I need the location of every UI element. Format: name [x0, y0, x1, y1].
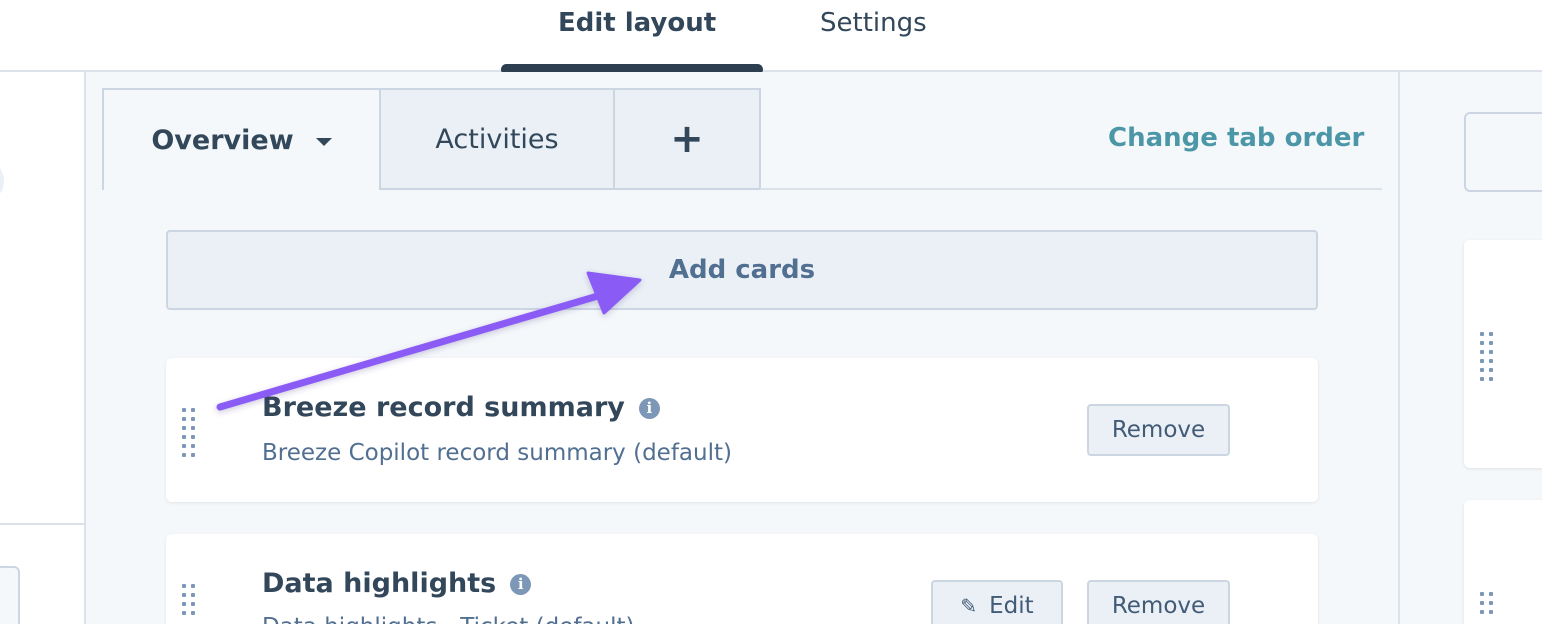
add-tab-button[interactable]: +	[613, 88, 761, 190]
add-cards-button[interactable]: Add cards	[166, 230, 1318, 310]
plus-icon: +	[670, 116, 704, 162]
tab-activities[interactable]: Activities	[379, 88, 615, 190]
drag-handle-icon[interactable]	[182, 584, 196, 615]
left-column-divider	[0, 523, 84, 525]
tab-overview-label: Overview	[151, 124, 294, 156]
card-title-text: Data highlights	[262, 568, 497, 599]
card-breeze-record-summary: Breeze record summary i Breeze Copilot re…	[166, 358, 1318, 502]
card-title: Breeze record summary i	[262, 391, 660, 425]
tab-activities-label: Activities	[435, 123, 559, 155]
right-column-card	[1464, 500, 1542, 624]
remove-button-label: Remove	[1111, 417, 1206, 443]
drag-handle-icon[interactable]	[182, 408, 196, 457]
card-title-text: Breeze record summary	[262, 392, 625, 423]
tab-settings[interactable]: Settings	[820, 6, 927, 40]
remove-button-label: Remove	[1111, 593, 1206, 619]
right-column-button[interactable]	[1464, 112, 1542, 192]
edit-button[interactable]: ✎ Edit	[931, 580, 1063, 624]
info-icon[interactable]: i	[638, 398, 660, 419]
remove-button[interactable]: Remove	[1087, 580, 1230, 624]
card-data-highlights: Data highlights i Data highlights - Ticke…	[166, 534, 1318, 624]
info-icon[interactable]: i	[510, 574, 532, 595]
card-subtitle: Breeze Copilot record summary (default)	[262, 440, 732, 466]
drag-handle-icon[interactable]	[1480, 592, 1494, 614]
tab-overview[interactable]: Overview	[102, 88, 381, 190]
tab-row-divider	[760, 188, 1382, 190]
change-tab-order-link[interactable]: Change tab order	[1108, 120, 1364, 156]
tab-edit-layout[interactable]: Edit layout	[558, 6, 716, 40]
edit-layout-screen: Edit layout Settings Overview Activities…	[0, 0, 1542, 624]
card-title: Data highlights i	[262, 567, 532, 601]
left-column-handle	[0, 166, 4, 196]
add-cards-label: Add cards	[668, 255, 816, 285]
remove-button[interactable]: Remove	[1087, 404, 1230, 456]
left-column-button[interactable]	[0, 566, 20, 624]
drag-handle-icon[interactable]	[1480, 332, 1494, 381]
right-column-card	[1464, 240, 1542, 468]
pencil-icon: ✎	[960, 594, 978, 618]
card-subtitle: Data highlights - Ticket (default)	[262, 612, 634, 624]
edit-button-label: Edit	[989, 593, 1034, 619]
caret-down-icon	[315, 138, 332, 146]
